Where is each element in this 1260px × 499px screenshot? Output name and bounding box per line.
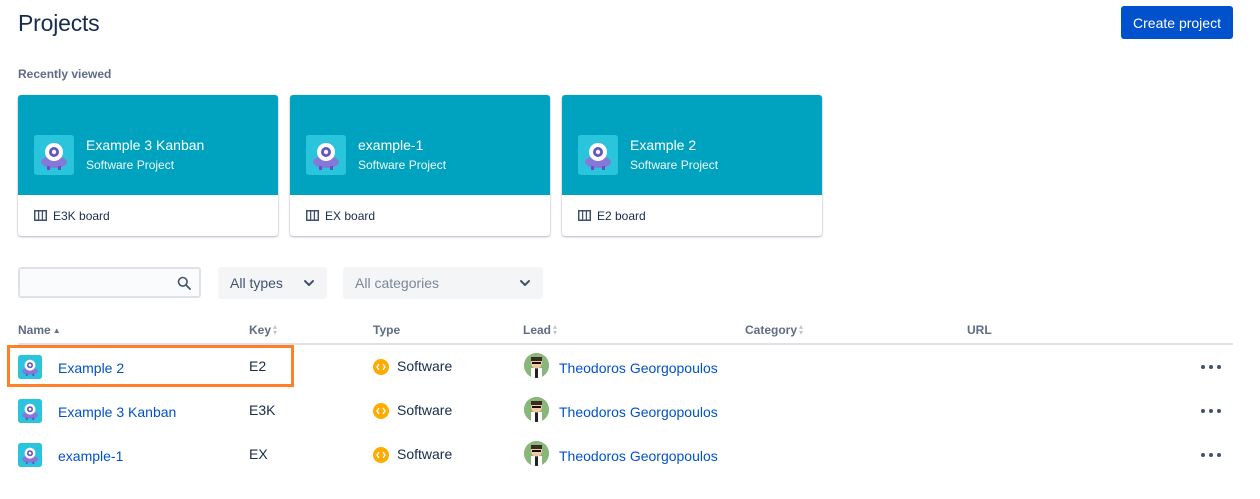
search-input[interactable] [20, 269, 170, 296]
column-header-key[interactable]: Key ▴ ▾ [249, 322, 278, 338]
category-filter-label: All categories [355, 275, 440, 291]
column-header-label: URL [967, 323, 992, 337]
sort-ascending-icon: ▲ [52, 325, 61, 335]
table-row: example-1 EX Software Theodoros Georgopo… [0, 433, 1260, 477]
software-type-icon [373, 403, 389, 419]
card-header: example-1 Software Project [290, 95, 550, 195]
project-type-label: Software [397, 358, 453, 374]
recently-viewed-label: Recently viewed [18, 67, 112, 81]
board-icon [306, 210, 319, 221]
user-avatar-icon [524, 353, 549, 378]
project-name-link[interactable]: example-1 [58, 448, 123, 464]
project-avatar-icon [18, 443, 42, 467]
recent-card-example-2[interactable]: Example 2 Software Project E2 board [562, 95, 822, 236]
type-filter-label: All types [230, 275, 283, 291]
card-project-name: Example 2 [630, 137, 697, 153]
card-board-label: EX board [325, 208, 376, 223]
board-icon [34, 210, 47, 221]
card-project-name: Example 3 Kanban [86, 137, 205, 153]
chevron-down-icon [520, 280, 530, 286]
column-header-category[interactable]: Category ▴ ▾ [745, 322, 804, 338]
page-title: Projects [18, 10, 100, 36]
project-name-link[interactable]: Example 3 Kanban [58, 404, 176, 420]
project-key: EX [249, 446, 268, 462]
category-filter-dropdown[interactable]: All categories [343, 267, 543, 299]
project-avatar-icon [578, 135, 618, 175]
column-header-label: Type [373, 323, 401, 337]
create-project-button[interactable]: Create project [1121, 6, 1233, 39]
card-project-name: example-1 [358, 137, 424, 153]
project-avatar-icon [34, 135, 74, 175]
column-header-name[interactable]: Name ▲ [18, 323, 61, 337]
card-board-link[interactable]: E2 board [562, 195, 822, 236]
project-type-label: Software [397, 402, 453, 418]
type-filter-dropdown[interactable]: All types [218, 267, 327, 299]
lead-name-link[interactable]: Theodoros Georgopoulos [559, 360, 718, 376]
more-icon[interactable] [1199, 357, 1223, 377]
sort-icon: ▴ ▾ [799, 322, 804, 337]
search-icon [177, 276, 191, 290]
card-header: Example 3 Kanban Software Project [18, 95, 278, 195]
board-icon [578, 210, 591, 221]
column-header-url: URL [967, 323, 992, 337]
card-project-type: Software Project [358, 158, 447, 172]
card-board-link[interactable]: E3K board [18, 195, 278, 236]
software-type-icon [373, 447, 389, 463]
highlight-box [7, 345, 294, 387]
more-icon[interactable] [1199, 401, 1223, 421]
project-avatar-icon [18, 399, 42, 423]
card-board-label: E2 board [597, 208, 646, 223]
card-board-link[interactable]: EX board [290, 195, 550, 236]
project-key: E3K [249, 402, 276, 418]
column-header-label: Key [249, 323, 272, 337]
recent-card-example-1[interactable]: example-1 Software Project EX board [290, 95, 550, 236]
more-icon[interactable] [1199, 445, 1223, 465]
recent-card-example-3-kanban[interactable]: Example 3 Kanban Software Project E3K bo… [18, 95, 278, 236]
software-type-icon [373, 359, 389, 375]
column-header-label: Lead [523, 323, 552, 337]
column-header-lead[interactable]: Lead ▴ ▾ [523, 322, 558, 338]
column-header-type: Type [373, 323, 400, 337]
lead-name-link[interactable]: Theodoros Georgopoulos [559, 404, 718, 420]
user-avatar-icon [524, 441, 549, 466]
table-row: Example 3 Kanban E3K Software Theodoros … [0, 389, 1260, 433]
sort-icon: ▴ ▾ [553, 322, 558, 337]
card-board-label: E3K board [53, 208, 110, 223]
card-project-type: Software Project [86, 158, 175, 172]
user-avatar-icon [524, 397, 549, 422]
column-header-label: Name [18, 323, 51, 337]
project-avatar-icon [306, 135, 346, 175]
column-header-label: Category [745, 323, 798, 337]
sort-icon: ▴ ▾ [273, 322, 278, 337]
card-project-type: Software Project [630, 158, 719, 172]
project-type-label: Software [397, 446, 453, 462]
chevron-down-icon [304, 280, 314, 286]
lead-name-link[interactable]: Theodoros Georgopoulos [559, 448, 718, 464]
search-field[interactable] [18, 267, 201, 298]
card-header: Example 2 Software Project [562, 95, 822, 195]
